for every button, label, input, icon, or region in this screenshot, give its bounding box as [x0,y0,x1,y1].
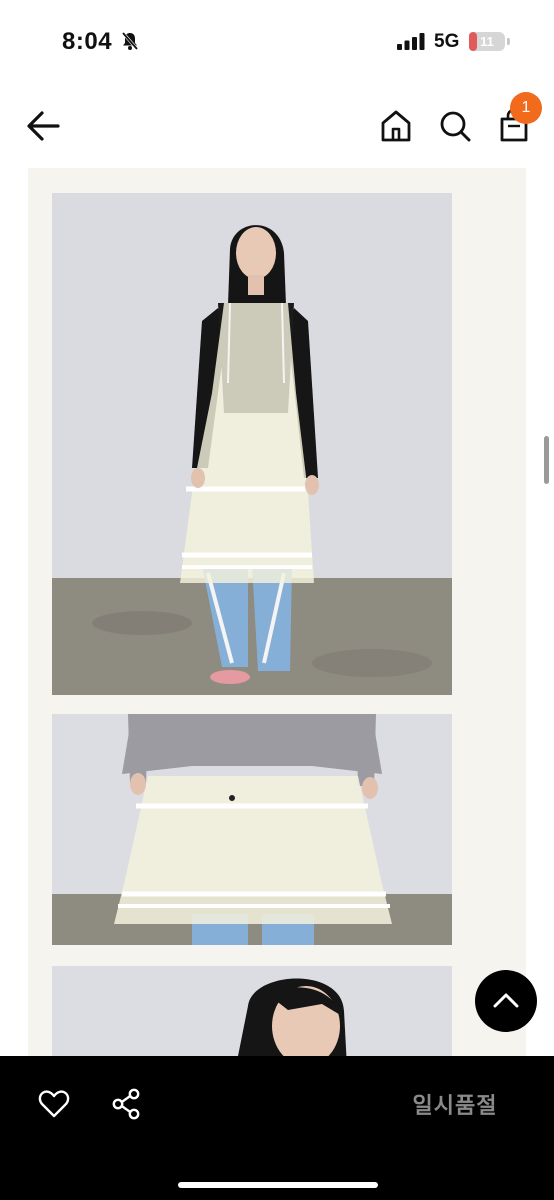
arrow-left-icon [27,111,60,141]
chevron-up-icon [493,993,519,1008]
product-detail-images [28,168,526,1056]
home-icon [381,110,411,142]
bottom-action-bar: 일시품절 [0,1056,554,1200]
top-nav [0,80,554,170]
share-button[interactable] [111,1088,141,1120]
like-button[interactable] [38,1089,70,1119]
battery-percent: 11 [480,34,494,49]
signal-bars-icon [397,33,425,50]
search-icon [440,111,471,142]
home-button[interactable] [376,106,416,146]
search-button[interactable] [435,106,475,146]
cart-count-badge: 1 [510,92,542,124]
mute-bell-icon [121,32,139,50]
sold-out-status: 일시품절 [412,1093,498,1118]
back-button[interactable] [22,106,68,146]
status-bar: 8:04 5G 11 [0,0,554,80]
home-indicator [178,1182,378,1188]
product-photo-full-body [52,193,452,695]
status-time: 8:04 [62,28,113,55]
scrollbar-thumb[interactable] [544,436,549,484]
battery-icon: 11 [469,32,505,51]
share-icon [112,1088,140,1120]
battery-tip [507,38,510,45]
network-type: 5G [434,31,460,52]
heart-icon [38,1090,70,1118]
scroll-to-top-button[interactable] [475,970,537,1032]
product-photo-skirt-detail [52,714,452,945]
product-photo-portrait [52,966,452,1056]
